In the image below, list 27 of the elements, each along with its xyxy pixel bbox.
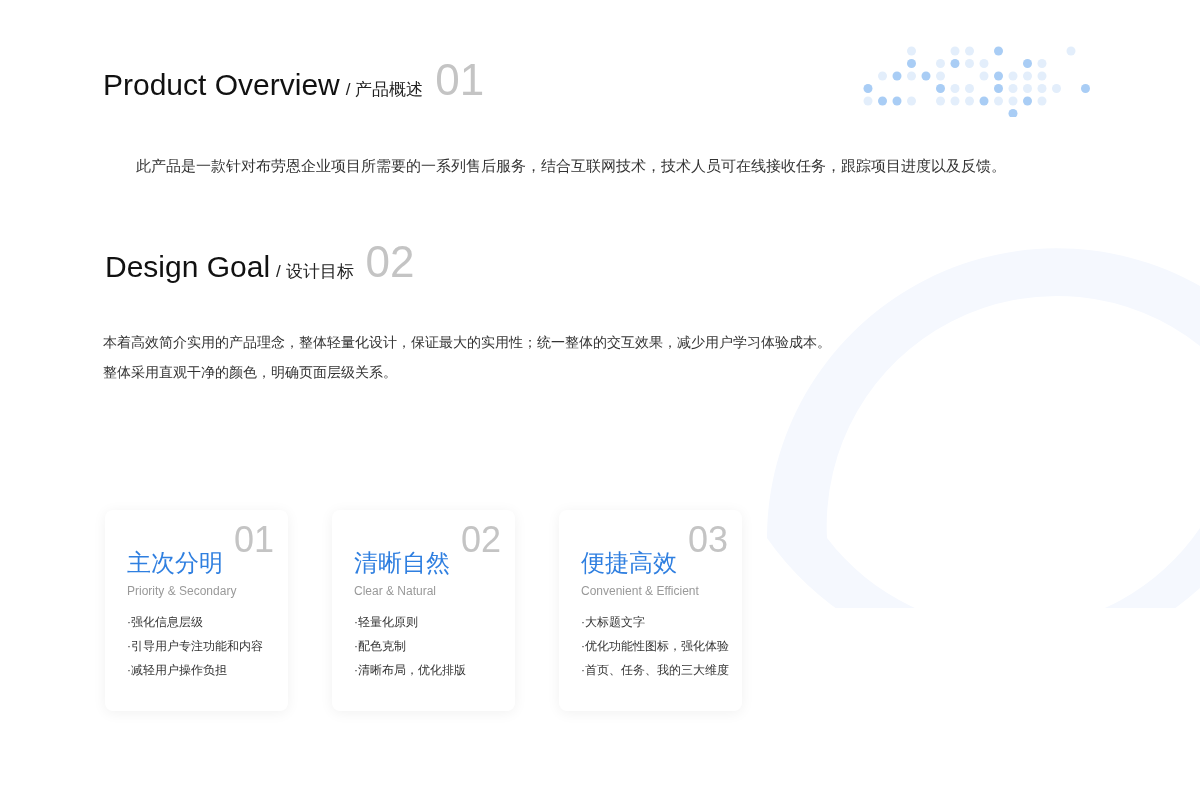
card-number: 01 <box>233 522 274 558</box>
card-title: 主次分明 <box>127 550 223 577</box>
card-title: 清晰自然 <box>354 550 450 577</box>
bullet-item: ·大标题文字 <box>581 614 646 631</box>
card-subtitle: Clear & Natural <box>354 583 438 600</box>
bullet-item: ·轻量化原则 <box>354 614 419 631</box>
bullet-item: ·优化功能性图标，强化体验 <box>581 638 730 655</box>
section-title: Product Overview <box>103 67 340 103</box>
section-subtitle: / 设计目标 <box>276 261 354 283</box>
card-subtitle: Convenient & Efficient <box>581 583 700 600</box>
bullet-item: ·减轻用户操作负担 <box>127 662 228 679</box>
card-number: 02 <box>460 522 501 558</box>
section-number: 02 <box>365 240 415 284</box>
paragraph: 此产品是一款针对布劳恩企业项目所需要的一系列售后服务，结合互联网技术，技术人员可在线接收任务，跟踪项目进度以及反馈。 <box>136 156 1007 176</box>
section-title: Design Goal <box>105 249 271 285</box>
bullet-item: ·配色克制 <box>354 638 407 655</box>
bullet-item: ·强化信息层级 <box>127 614 204 631</box>
bullet-item: ·引导用户专注功能和内容 <box>127 638 264 655</box>
paragraph: 本着高效简介实用的产品理念，整体轻量化设计，保证最大的实用性；统一整体的交互效果，减少用户学习体验成本。 <box>103 333 832 352</box>
section-number: 01 <box>435 58 485 102</box>
card-title: 便捷高效 <box>581 550 677 577</box>
bullet-item: ·清晰布局，优化排版 <box>354 662 467 679</box>
section-subtitle: / 产品概述 <box>345 79 424 101</box>
bullet-item: ·首页、任务、我的三大维度 <box>581 662 730 679</box>
paragraph: 整体采用直观干净的颜色，明确页面层级关系。 <box>103 363 398 382</box>
card-subtitle: Priority & Secondary <box>127 583 238 600</box>
card-number: 03 <box>687 522 728 558</box>
